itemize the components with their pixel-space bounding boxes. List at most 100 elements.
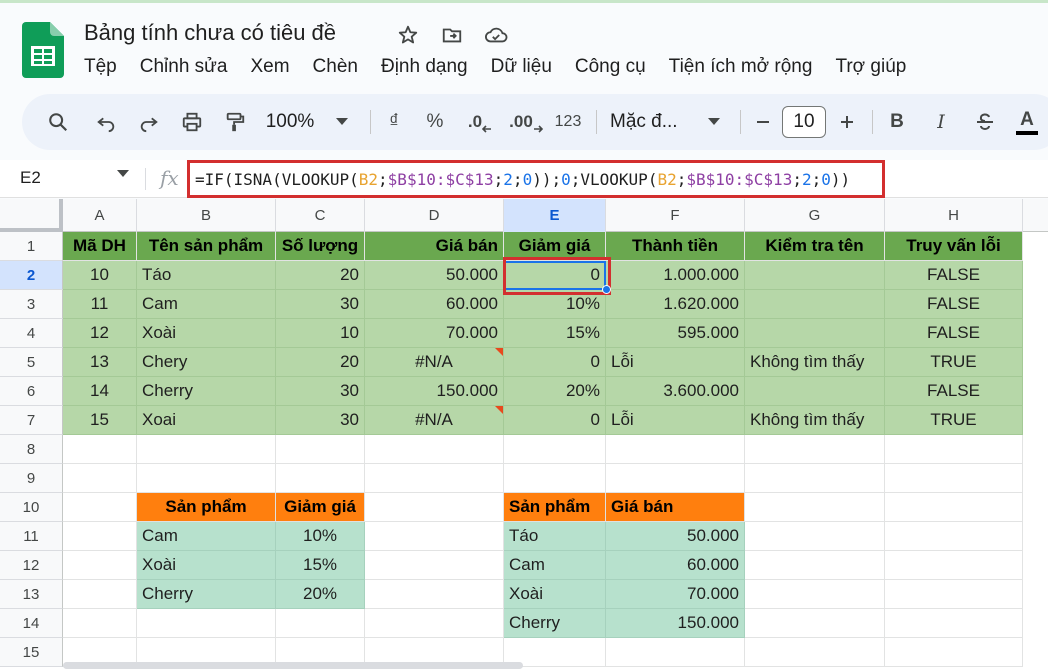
table-cell[interactable]: 11 bbox=[63, 290, 137, 319]
bold-button[interactable]: B bbox=[884, 94, 910, 150]
grid-cell[interactable] bbox=[606, 638, 745, 667]
discount-table-header[interactable]: Giảm giá bbox=[276, 493, 365, 522]
column-header-h[interactable]: H bbox=[885, 199, 1023, 232]
table-header-cell[interactable]: Truy vấn lỗi bbox=[885, 232, 1023, 261]
menu-edit[interactable]: Chỉnh sửa bbox=[140, 56, 228, 78]
grid-cell[interactable] bbox=[63, 493, 137, 522]
table-cell[interactable]: Chery bbox=[137, 348, 276, 377]
table-cell[interactable]: #N/A bbox=[365, 406, 504, 435]
menu-format[interactable]: Định dạng bbox=[381, 56, 468, 78]
grid-cell[interactable] bbox=[137, 435, 276, 464]
menu-tools[interactable]: Công cụ bbox=[575, 56, 646, 78]
table-cell[interactable]: FALSE bbox=[885, 377, 1023, 406]
grid-cell[interactable] bbox=[885, 638, 1023, 667]
grid-cell[interactable] bbox=[365, 435, 504, 464]
grid-cell[interactable] bbox=[365, 551, 504, 580]
name-box[interactable]: E2 bbox=[20, 168, 41, 188]
table-cell[interactable]: 20 bbox=[276, 261, 365, 290]
grid-cell[interactable] bbox=[885, 609, 1023, 638]
table-cell[interactable]: 20 bbox=[276, 348, 365, 377]
table-cell[interactable]: 60.000 bbox=[365, 290, 504, 319]
discount-table-value[interactable]: 10% bbox=[276, 522, 365, 551]
grid-cell[interactable] bbox=[504, 464, 606, 493]
column-header-g[interactable]: G bbox=[745, 199, 885, 232]
price-table-header[interactable]: Sản phẩm bbox=[504, 493, 606, 522]
row-header-13[interactable]: 13 bbox=[0, 580, 63, 609]
price-table-value[interactable]: 70.000 bbox=[606, 580, 745, 609]
table-cell[interactable]: 1.000.000 bbox=[606, 261, 745, 290]
table-cell[interactable]: Không tìm thấy bbox=[745, 406, 885, 435]
grid-cell[interactable] bbox=[365, 464, 504, 493]
row-header-4[interactable]: 4 bbox=[0, 319, 63, 348]
price-table-product[interactable]: Táo bbox=[504, 522, 606, 551]
table-cell[interactable]: FALSE bbox=[885, 261, 1023, 290]
currency-format-button[interactable]: ₫ bbox=[379, 94, 409, 150]
discount-table-product[interactable]: Cherry bbox=[137, 580, 276, 609]
grid-cell[interactable] bbox=[745, 580, 885, 609]
fill-handle[interactable] bbox=[602, 285, 611, 294]
table-header-cell[interactable]: Tên sản phẩm bbox=[137, 232, 276, 261]
grid-cell[interactable] bbox=[606, 464, 745, 493]
grid-cell[interactable] bbox=[63, 435, 137, 464]
table-cell[interactable]: 10 bbox=[63, 261, 137, 290]
table-cell[interactable]: 15% bbox=[504, 319, 606, 348]
font-size-increase-button[interactable] bbox=[834, 94, 860, 150]
grid-cell[interactable] bbox=[745, 551, 885, 580]
table-cell[interactable]: 15 bbox=[63, 406, 137, 435]
grid-cell[interactable] bbox=[885, 464, 1023, 493]
search-icon[interactable] bbox=[38, 94, 78, 150]
grid-cell[interactable] bbox=[63, 522, 137, 551]
font-select[interactable]: Mặc đ... bbox=[610, 94, 722, 150]
price-table-value[interactable]: 60.000 bbox=[606, 551, 745, 580]
font-size-input[interactable]: 10 bbox=[782, 106, 826, 138]
grid-cell[interactable] bbox=[276, 435, 365, 464]
row-header-8[interactable]: 8 bbox=[0, 435, 63, 464]
table-cell[interactable]: 12 bbox=[63, 319, 137, 348]
menu-insert[interactable]: Chèn bbox=[313, 56, 358, 78]
text-color-button[interactable]: A bbox=[1014, 94, 1040, 150]
table-cell[interactable]: 70.000 bbox=[365, 319, 504, 348]
undo-icon[interactable] bbox=[86, 94, 126, 150]
table-cell[interactable]: 13 bbox=[63, 348, 137, 377]
grid-cell[interactable] bbox=[137, 609, 276, 638]
grid-cell[interactable] bbox=[885, 580, 1023, 609]
grid-cell[interactable] bbox=[745, 464, 885, 493]
percent-format-button[interactable]: % bbox=[420, 94, 450, 150]
price-table-product[interactable]: Cam bbox=[504, 551, 606, 580]
discount-table-product[interactable]: Cam bbox=[137, 522, 276, 551]
grid-cell[interactable] bbox=[137, 464, 276, 493]
menu-data[interactable]: Dữ liệu bbox=[491, 56, 552, 78]
table-header-cell[interactable]: Thành tiền bbox=[606, 232, 745, 261]
spreadsheet-grid[interactable]: ABCDEFGH 1 2 3 4 5 6 7 8 9 10 11 12 13 14 15 Mã DH Tên s… bbox=[0, 199, 1048, 669]
column-header-d[interactable]: D bbox=[365, 199, 504, 232]
table-cell[interactable]: 30 bbox=[276, 377, 365, 406]
font-size-decrease-button[interactable] bbox=[750, 94, 776, 150]
decrease-decimal-button[interactable]: .0 bbox=[462, 94, 498, 150]
table-header-cell[interactable]: Kiểm tra tên bbox=[745, 232, 885, 261]
row-header-5[interactable]: 5 bbox=[0, 348, 63, 377]
number-format-button[interactable]: 123 bbox=[550, 94, 586, 150]
menu-help[interactable]: Trợ giúp bbox=[835, 56, 906, 78]
paint-format-icon[interactable] bbox=[215, 94, 255, 150]
discount-table-value[interactable]: 20% bbox=[276, 580, 365, 609]
print-icon[interactable] bbox=[172, 94, 212, 150]
table-cell[interactable]: 1.620.000 bbox=[606, 290, 745, 319]
select-all-corner[interactable] bbox=[0, 199, 63, 232]
grid-cell[interactable] bbox=[365, 522, 504, 551]
price-table-product[interactable]: Cherry bbox=[504, 609, 606, 638]
table-cell[interactable]: 14 bbox=[63, 377, 137, 406]
row-header-3[interactable]: 3 bbox=[0, 290, 63, 319]
table-header-cell[interactable]: Mã DH bbox=[63, 232, 137, 261]
menu-file[interactable]: Tệp bbox=[84, 56, 117, 78]
row-header-6[interactable]: 6 bbox=[0, 377, 63, 406]
row-header-15[interactable]: 15 bbox=[0, 638, 63, 667]
grid-cell[interactable] bbox=[885, 435, 1023, 464]
table-cell[interactable]: Xoai bbox=[137, 406, 276, 435]
table-cell[interactable]: Cam bbox=[137, 290, 276, 319]
grid-cell[interactable] bbox=[365, 580, 504, 609]
column-header-e[interactable]: E bbox=[504, 199, 606, 232]
table-cell[interactable]: 20% bbox=[504, 377, 606, 406]
table-cell[interactable]: 0 bbox=[504, 406, 606, 435]
table-cell[interactable]: 10 bbox=[276, 319, 365, 348]
document-title[interactable]: Bảng tính chưa có tiêu đề bbox=[84, 20, 336, 46]
